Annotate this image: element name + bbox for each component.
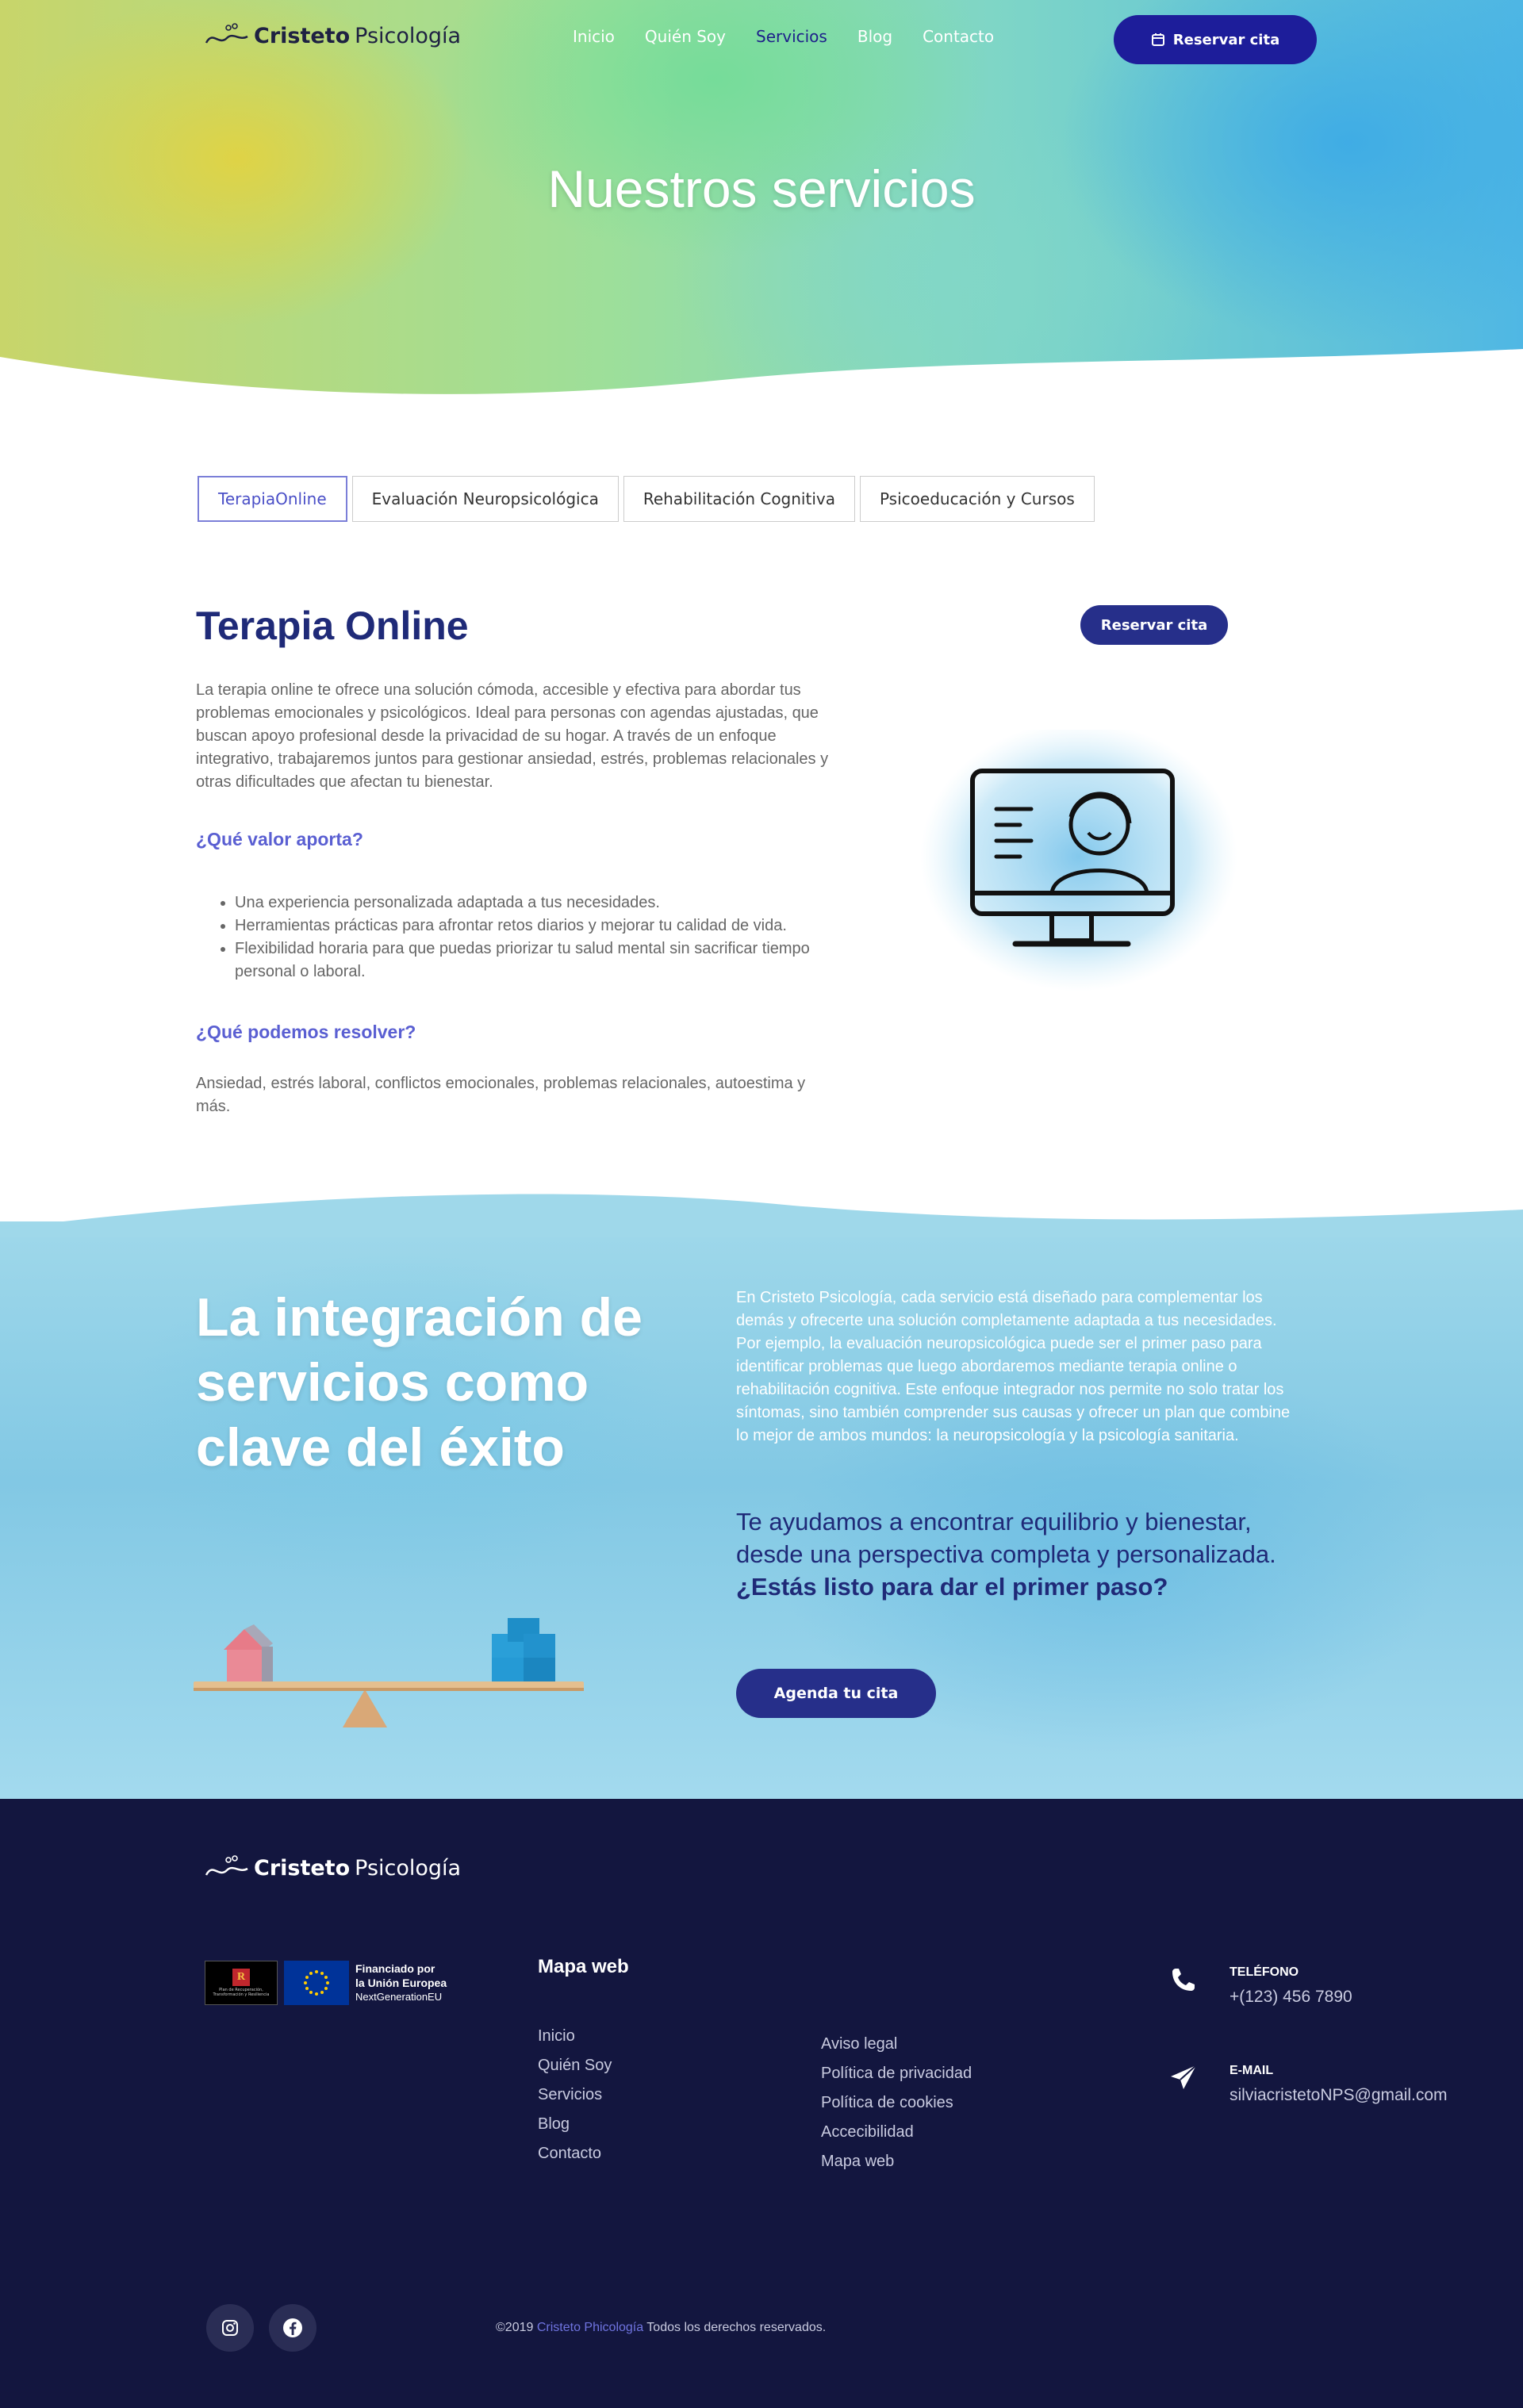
integration-wave <box>0 1194 1523 1237</box>
phone-label: TELÉFONO <box>1230 1965 1299 1979</box>
main-nav: Inicio Quién Soy Servicios Blog Contacto <box>573 27 994 46</box>
integration-lead-regular: Te ayudamos a encontrar equilibrio y bie… <box>736 1508 1276 1568</box>
email-value[interactable]: silviacristetoNPS@gmail.com <box>1230 2086 1448 2105</box>
instagram-button[interactable] <box>206 2304 254 2352</box>
footer-link-contacto[interactable]: Contacto <box>538 2145 612 2163</box>
integration-paragraph: En Cristeto Psicología, cada servicio es… <box>736 1289 1291 1444</box>
tab-terapia-online[interactable]: TerapiaOnline <box>198 476 347 522</box>
facebook-button[interactable] <box>269 2304 316 2352</box>
online-therapy-monitor-icon <box>920 730 1237 991</box>
email-label: E-MAIL <box>1230 2064 1274 2077</box>
facebook-icon <box>283 2318 302 2337</box>
footer-link-accesibilidad[interactable]: Accecibilidad <box>821 2123 972 2142</box>
footer-main-links: Inicio Quién Soy Servicios Blog Contacto <box>538 2027 612 2163</box>
send-icon <box>1171 2065 1197 2089</box>
nav-quien-soy[interactable]: Quién Soy <box>645 27 726 46</box>
copyright-text: ©2019 Cristeto Phicología Todos los dere… <box>496 2321 826 2335</box>
service-title: Terapia Online <box>196 604 469 648</box>
footer-link-quien-soy[interactable]: Quién Soy <box>538 2057 612 2075</box>
copyright-suffix: Todos los derechos reservados. <box>646 2321 827 2334</box>
eu-funding-logos: R Plan de Recuperación, Transformación y… <box>205 1961 447 2005</box>
nav-inicio[interactable]: Inicio <box>573 27 615 46</box>
header-reservar-button[interactable]: Reservar cita <box>1114 15 1317 64</box>
logo-brand-bold: Cristeto <box>254 23 351 48</box>
instagram-icon <box>222 2320 238 2336</box>
value-list: Una experiencia personalizada adaptada a… <box>221 891 839 984</box>
copyright-brand-link[interactable]: Cristeto Phicología <box>537 2321 643 2334</box>
logo-swirl-icon <box>205 23 248 44</box>
recovery-plan-logo: R Plan de Recuperación, Transformación y… <box>205 1961 278 2005</box>
footer-link-inicio[interactable]: Inicio <box>538 2027 612 2046</box>
logo-brand-light: Psicología <box>355 23 462 48</box>
tab-evaluacion-neuropsicologica[interactable]: Evaluación Neuropsicológica <box>351 476 619 522</box>
recovery-plan-mark-icon: R <box>232 1969 250 1986</box>
footer-link-privacidad[interactable]: Política de privacidad <box>821 2065 972 2083</box>
site-logo[interactable]: Cristeto Psicología <box>205 22 461 49</box>
resolve-heading: ¿Qué podemos resolver? <box>196 1022 416 1042</box>
service-tabs: TerapiaOnline Evaluación Neuropsicológic… <box>198 476 1095 522</box>
recovery-plan-text: Plan de Recuperación, Transformación y R… <box>213 1988 270 1997</box>
copyright-prefix: ©2019 <box>496 2321 534 2334</box>
footer-link-aviso-legal[interactable]: Aviso legal <box>821 2035 972 2053</box>
integration-lead-bold: ¿Estás listo para dar el primer paso? <box>736 1573 1168 1601</box>
footer-brand-bold: Cristeto <box>254 1855 351 1881</box>
footer-email: E-MAIL silviacristetoNPS@gmail.com <box>1169 2064 1448 2105</box>
funding-line3: NextGenerationEU <box>355 1991 443 2003</box>
resolve-text: Ansiedad, estrés laboral, conflictos emo… <box>196 1075 806 1115</box>
eu-flag-icon <box>284 1961 349 2005</box>
footer-phone: TELÉFONO +(123) 456 7890 <box>1169 1965 1352 2007</box>
list-item: Herramientas prácticas para afrontar ret… <box>235 915 839 938</box>
service-reservar-button[interactable]: Reservar cita <box>1080 605 1228 645</box>
footer-link-blog[interactable]: Blog <box>538 2115 612 2134</box>
footer-link-cookies[interactable]: Política de cookies <box>821 2094 972 2112</box>
phone-icon <box>1172 1969 1195 1991</box>
nav-servicios[interactable]: Servicios <box>756 27 827 46</box>
footer-map-title: Mapa web <box>538 1956 629 1977</box>
footer-link-servicios[interactable]: Servicios <box>538 2086 612 2104</box>
service-intro: La terapia online te ofrece una solución… <box>196 681 829 791</box>
footer-brand-light: Psicología <box>355 1855 462 1881</box>
tab-rehabilitacion-cognitiva[interactable]: Rehabilitación Cognitiva <box>623 476 855 522</box>
balance-seesaw-image <box>194 1618 584 1727</box>
tab-psicoeducacion-cursos[interactable]: Psicoeducación y Cursos <box>859 476 1095 522</box>
nav-blog[interactable]: Blog <box>857 27 892 46</box>
value-heading: ¿Qué valor aporta? <box>196 829 363 849</box>
footer-link-mapa-web[interactable]: Mapa web <box>821 2153 972 2171</box>
funding-line1: Financiado por <box>355 1962 435 1975</box>
phone-value[interactable]: +(123) 456 7890 <box>1230 1988 1352 2007</box>
list-item: Flexibilidad horaria para que puedas pri… <box>235 938 839 984</box>
footer-logo[interactable]: Cristeto Psicología <box>205 1854 461 1881</box>
page-title: Nuestros servicios <box>547 159 976 218</box>
logo-swirl-icon <box>205 1855 248 1876</box>
footer-legal-links: Aviso legal Política de privacidad Polít… <box>821 2035 972 2171</box>
calendar-icon <box>1151 33 1164 46</box>
funding-line2: la Unión Europea <box>355 1977 447 1989</box>
integration-lead: Te ayudamos a encontrar equilibrio y bie… <box>736 1505 1291 1603</box>
list-item: Una experiencia personalizada adaptada a… <box>235 891 839 915</box>
eu-funding-text: Financiado por la Unión Europea NextGene… <box>355 1961 447 2004</box>
agenda-cita-button[interactable]: Agenda tu cita <box>736 1669 936 1718</box>
header-reservar-label: Reservar cita <box>1172 31 1280 48</box>
integration-title: La integración de servicios como clave d… <box>196 1287 643 1478</box>
nav-contacto[interactable]: Contacto <box>923 27 994 46</box>
hero-wave <box>0 349 1523 428</box>
